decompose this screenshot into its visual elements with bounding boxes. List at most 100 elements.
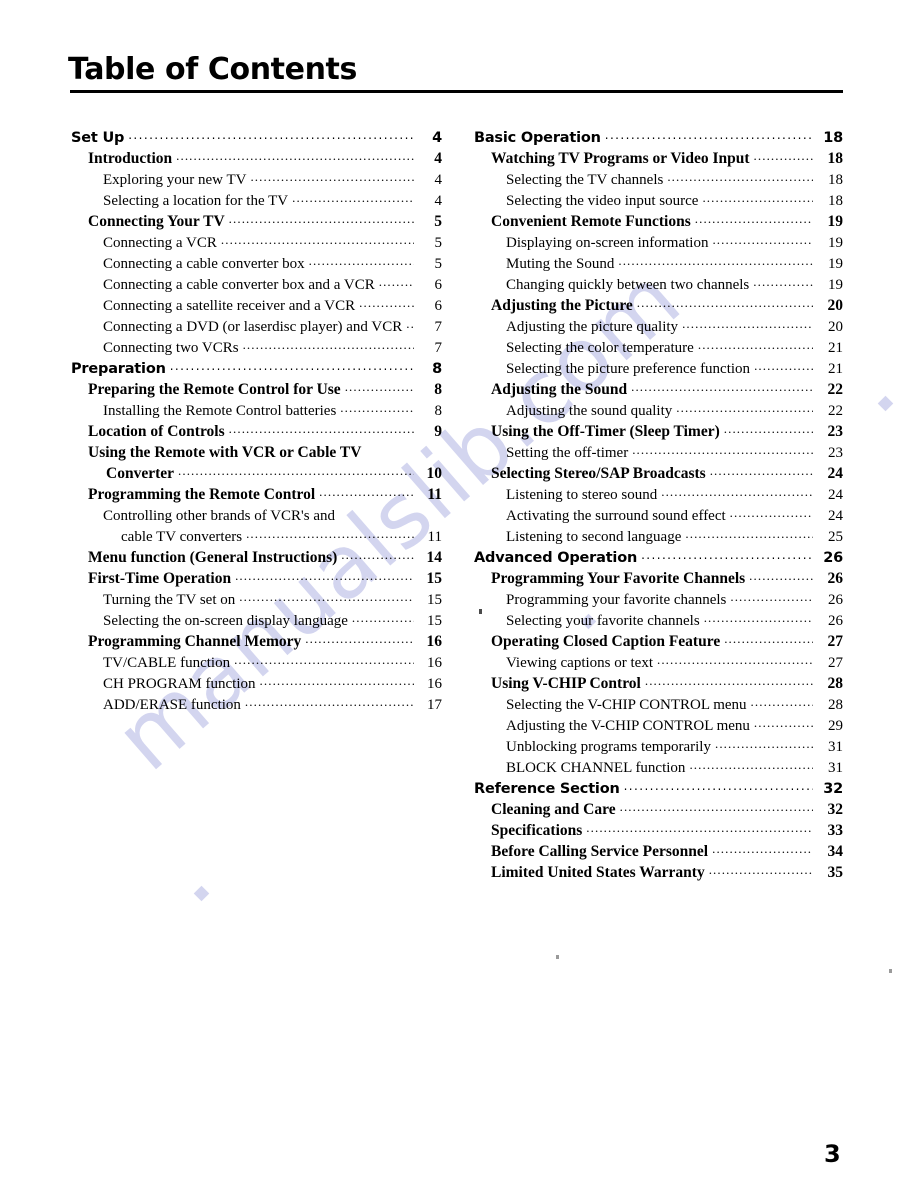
toc-entry[interactable]: First-Time Operation 15 xyxy=(88,567,442,588)
toc-entry[interactable]: Selecting the color temperature 21 xyxy=(506,336,843,357)
toc-entry[interactable]: Selecting a location for the TV 4 xyxy=(103,189,442,210)
toc-entry[interactable]: Introduction 4 xyxy=(88,147,442,168)
toc-entry[interactable]: Connecting Your TV 5 xyxy=(88,210,442,231)
toc-entry-page-number: 28 xyxy=(827,675,844,692)
toc-entry[interactable]: Preparing the Remote Control for Use 8 xyxy=(88,378,442,399)
toc-leader-dots xyxy=(730,504,813,520)
toc-entry[interactable]: Preparation 8 xyxy=(71,357,442,378)
toc-leader-dots xyxy=(645,672,813,688)
toc-entry[interactable]: Connecting a cable converter box and a V… xyxy=(103,273,442,294)
toc-entry[interactable]: Selecting the TV channels 18 xyxy=(506,168,843,189)
toc-entry-label: Adjusting the sound quality xyxy=(506,403,673,419)
toc-entry-label: Before Calling Service Personnel xyxy=(491,843,709,860)
toc-leader-dots xyxy=(319,483,414,499)
toc-entry-label: Selecting the on-screen display language xyxy=(103,613,348,629)
toc-entry[interactable]: Changing quickly between two channels 19 xyxy=(506,273,843,294)
toc-entry[interactable]: Selecting Stereo/SAP Broadcasts 24 xyxy=(491,462,843,483)
toc-entry-label: Limited United States Warranty xyxy=(491,864,705,881)
toc-entry[interactable]: Displaying on-screen information 19 xyxy=(506,231,843,252)
toc-entry[interactable]: Selecting the video input source 18 xyxy=(506,189,843,210)
toc-entry-page-number: 19 xyxy=(828,235,843,251)
toc-leader-dots xyxy=(661,483,813,499)
toc-entry[interactable]: Convenient Remote Functions 19 xyxy=(491,210,843,231)
toc-leader-dots xyxy=(221,231,414,247)
toc-entry[interactable]: Exploring your new TV 4 xyxy=(103,168,442,189)
toc-entry[interactable]: TV/CABLE function 16 xyxy=(103,651,442,672)
toc-entry[interactable]: Menu function (General Instructions) 14 xyxy=(88,546,442,567)
toc-entry[interactable]: BLOCK CHANNEL function 31 xyxy=(506,756,843,777)
toc-entry-label: Exploring your new TV xyxy=(103,172,247,188)
toc-entry[interactable]: Connecting a satellite receiver and a VC… xyxy=(103,294,442,315)
toc-entry[interactable]: Using the Remote with VCR or Cable TV xyxy=(88,441,442,462)
toc-entry[interactable]: Muting the Sound 19 xyxy=(506,252,843,273)
toc-entry-page-number: 6 xyxy=(434,277,443,293)
toc-entry-label: Adjusting the Sound xyxy=(491,381,628,398)
toc-entry[interactable]: ADD/ERASE function 17 xyxy=(103,693,442,714)
toc-entry[interactable]: Connecting a DVD (or laserdisc player) a… xyxy=(103,315,442,336)
toc-entry[interactable]: Limited United States Warranty 35 xyxy=(491,861,843,882)
toc-entry[interactable]: Programming Channel Memory 16 xyxy=(88,630,442,651)
toc-entry[interactable]: Cleaning and Care 32 xyxy=(491,798,843,819)
toc-entry[interactable]: Selecting the V-CHIP CONTROL menu 28 xyxy=(506,693,843,714)
toc-entry[interactable]: Installing the Remote Control batteries 8 xyxy=(103,399,442,420)
toc-entry[interactable]: Adjusting the Picture 20 xyxy=(491,294,843,315)
toc-entry[interactable]: Turning the TV set on 15 xyxy=(103,588,442,609)
toc-entry-page-number: 21 xyxy=(828,340,843,356)
toc-entry[interactable]: Controlling other brands of VCR's and xyxy=(103,504,442,525)
toc-entry[interactable]: Using the Off-Timer (Sleep Timer) 23 xyxy=(491,420,843,441)
toc-entry[interactable]: Setting the off-timer 23 xyxy=(506,441,843,462)
toc-entry[interactable]: Adjusting the Sound 22 xyxy=(491,378,843,399)
toc-entry-label: Selecting the color temperature xyxy=(506,340,694,356)
toc-entry[interactable]: Location of Controls 9 xyxy=(88,420,442,441)
toc-entry[interactable]: Activating the surround sound effect 24 xyxy=(506,504,843,525)
toc-entry-page-number: 18 xyxy=(823,130,843,146)
toc-entry[interactable]: Viewing captions or text 27 xyxy=(506,651,843,672)
toc-leader-dots xyxy=(345,378,414,394)
toc-entry[interactable]: Selecting the picture preference functio… xyxy=(506,357,843,378)
toc-entry[interactable]: Unblocking programs temporarily 31 xyxy=(506,735,843,756)
toc-leader-dots xyxy=(235,567,414,583)
toc-entry[interactable]: Connecting two VCRs 7 xyxy=(103,336,442,357)
toc-entry[interactable]: Selecting the on-screen display language… xyxy=(103,609,442,630)
toc-leader-dots xyxy=(620,798,813,814)
toc-entry[interactable]: Specifications 33 xyxy=(491,819,843,840)
page-number: 3 xyxy=(824,1140,841,1168)
toc-leader-dots xyxy=(229,420,414,436)
toc-entry[interactable]: Advanced Operation 26 xyxy=(474,546,843,567)
toc-entry[interactable]: Basic Operation 18 xyxy=(474,126,843,147)
toc-entry[interactable]: Before Calling Service Personnel 34 xyxy=(491,840,843,861)
toc-entry-label: Listening to stereo sound xyxy=(506,487,658,503)
toc-entry[interactable]: Listening to stereo sound 24 xyxy=(506,483,843,504)
toc-entry[interactable]: Programming your favorite channels 26 xyxy=(506,588,843,609)
toc-entry[interactable]: Connecting a VCR 5 xyxy=(103,231,442,252)
toc-entry[interactable]: Listening to second language 25 xyxy=(506,525,843,546)
toc-entry[interactable]: Adjusting the V-CHIP CONTROL menu 29 xyxy=(506,714,843,735)
toc-entry-label: Connecting a cable converter box and a V… xyxy=(103,277,375,293)
toc-entry-label: Viewing captions or text xyxy=(506,655,653,671)
toc-leader-dots xyxy=(685,525,813,541)
toc-entry[interactable]: Adjusting the picture quality 20 xyxy=(506,315,843,336)
toc-entry[interactable]: Programming the Remote Control 11 xyxy=(88,483,442,504)
toc-entry[interactable]: Using V-CHIP Control 28 xyxy=(491,672,843,693)
toc-leader-dots xyxy=(340,399,414,415)
toc-entry[interactable]: Selecting your favorite channels 26 xyxy=(506,609,843,630)
toc-entry-page-number: 28 xyxy=(828,697,843,713)
toc-leader-dots xyxy=(754,714,813,730)
toc-leader-dots xyxy=(309,252,414,268)
toc-entry[interactable]: Watching TV Programs or Video Input 18 xyxy=(491,147,843,168)
toc-entry[interactable]: Operating Closed Caption Feature 27 xyxy=(491,630,843,651)
toc-leader-dots xyxy=(292,189,414,205)
toc-right-column: Basic Operation18Watching TV Programs or… xyxy=(474,126,843,882)
toc-entry[interactable]: cable TV converters 11 xyxy=(103,525,442,546)
toc-entry-label: Using the Off-Timer (Sleep Timer) xyxy=(491,423,720,440)
toc-entry[interactable]: CH PROGRAM function 16 xyxy=(103,672,442,693)
toc-entry[interactable]: Reference Section 32 xyxy=(474,777,843,798)
toc-entry-page-number: 31 xyxy=(828,760,843,776)
toc-entry[interactable]: Converter 10 xyxy=(88,462,442,483)
toc-entry-page-number: 14 xyxy=(426,549,443,566)
toc-entry[interactable]: Adjusting the sound quality 22 xyxy=(506,399,843,420)
toc-entry[interactable]: Set Up 4 xyxy=(71,126,442,147)
toc-entry[interactable]: Connecting a cable converter box 5 xyxy=(103,252,442,273)
toc-leader-dots xyxy=(712,840,813,856)
toc-entry[interactable]: Programming Your Favorite Channels 26 xyxy=(491,567,843,588)
